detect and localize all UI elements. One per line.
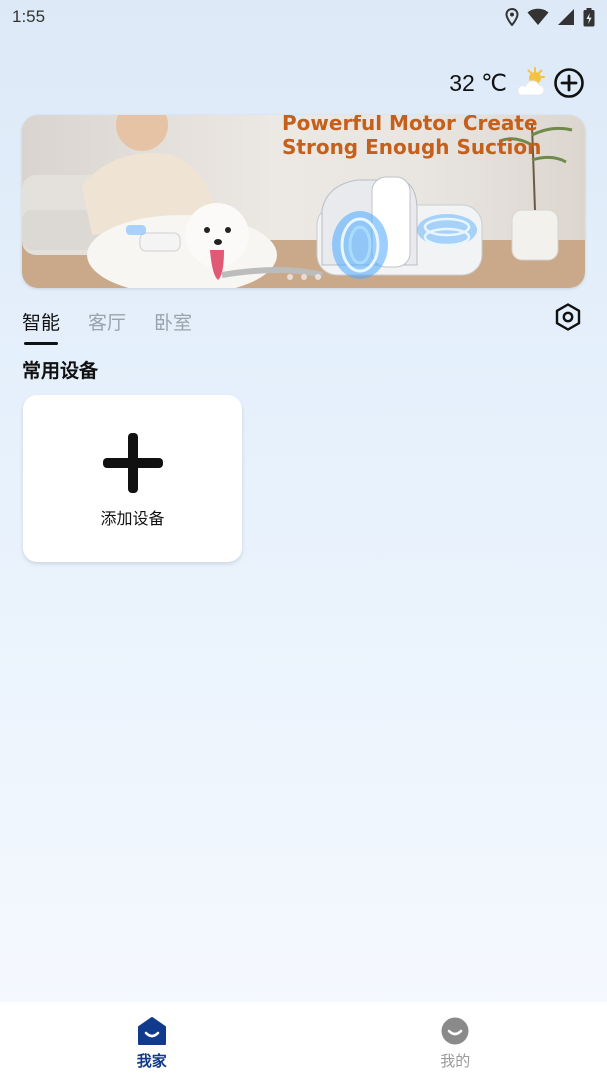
banner-dot xyxy=(287,274,293,280)
battery-icon xyxy=(583,7,595,26)
banner-dot xyxy=(315,274,321,280)
nav-home[interactable]: 我家 xyxy=(92,1016,212,1071)
add-circle-icon[interactable] xyxy=(553,67,585,99)
banner-headline: Powerful Motor Create Strong Enough Suct… xyxy=(282,115,541,159)
banner-headline-line1: Powerful Motor Create xyxy=(282,115,538,135)
nav-home-label: 我家 xyxy=(136,1052,167,1070)
wifi-icon xyxy=(527,8,549,26)
temperature: 32 ℃ xyxy=(449,69,507,96)
nav-profile-label: 我的 xyxy=(440,1052,471,1070)
tab-smart[interactable]: 智能 xyxy=(22,308,60,345)
room-tabs: 智能 客厅 卧室 xyxy=(22,308,192,345)
signal-icon xyxy=(558,9,574,25)
partly-sunny-icon xyxy=(517,67,545,96)
section-title: 常用设备 xyxy=(22,360,99,382)
banner-page-indicator xyxy=(287,274,321,280)
bottom-nav: 我家 我的 xyxy=(0,1002,607,1080)
location-icon xyxy=(505,8,519,26)
status-time: 1:55 xyxy=(12,7,46,26)
add-device-card[interactable]: 添加设备 xyxy=(23,395,242,562)
plus-icon xyxy=(102,433,163,493)
home-icon xyxy=(137,1017,166,1045)
nav-profile[interactable]: 我的 xyxy=(395,1016,515,1071)
status-icons xyxy=(505,7,595,27)
tab-living-room[interactable]: 客厅 xyxy=(88,308,126,335)
tab-bedroom[interactable]: 卧室 xyxy=(154,308,192,335)
hexagon-settings-icon[interactable] xyxy=(553,302,583,332)
status-bar: 1:55 xyxy=(0,0,607,34)
banner-headline-line2: Strong Enough Suction xyxy=(282,135,542,159)
add-device-label: 添加设备 xyxy=(100,509,165,528)
banner-dot xyxy=(301,274,307,280)
profile-icon xyxy=(441,1017,469,1045)
promo-banner[interactable]: Powerful Motor Create Strong Enough Suct… xyxy=(22,115,585,288)
weather-widget: 32 ℃ xyxy=(449,66,585,100)
